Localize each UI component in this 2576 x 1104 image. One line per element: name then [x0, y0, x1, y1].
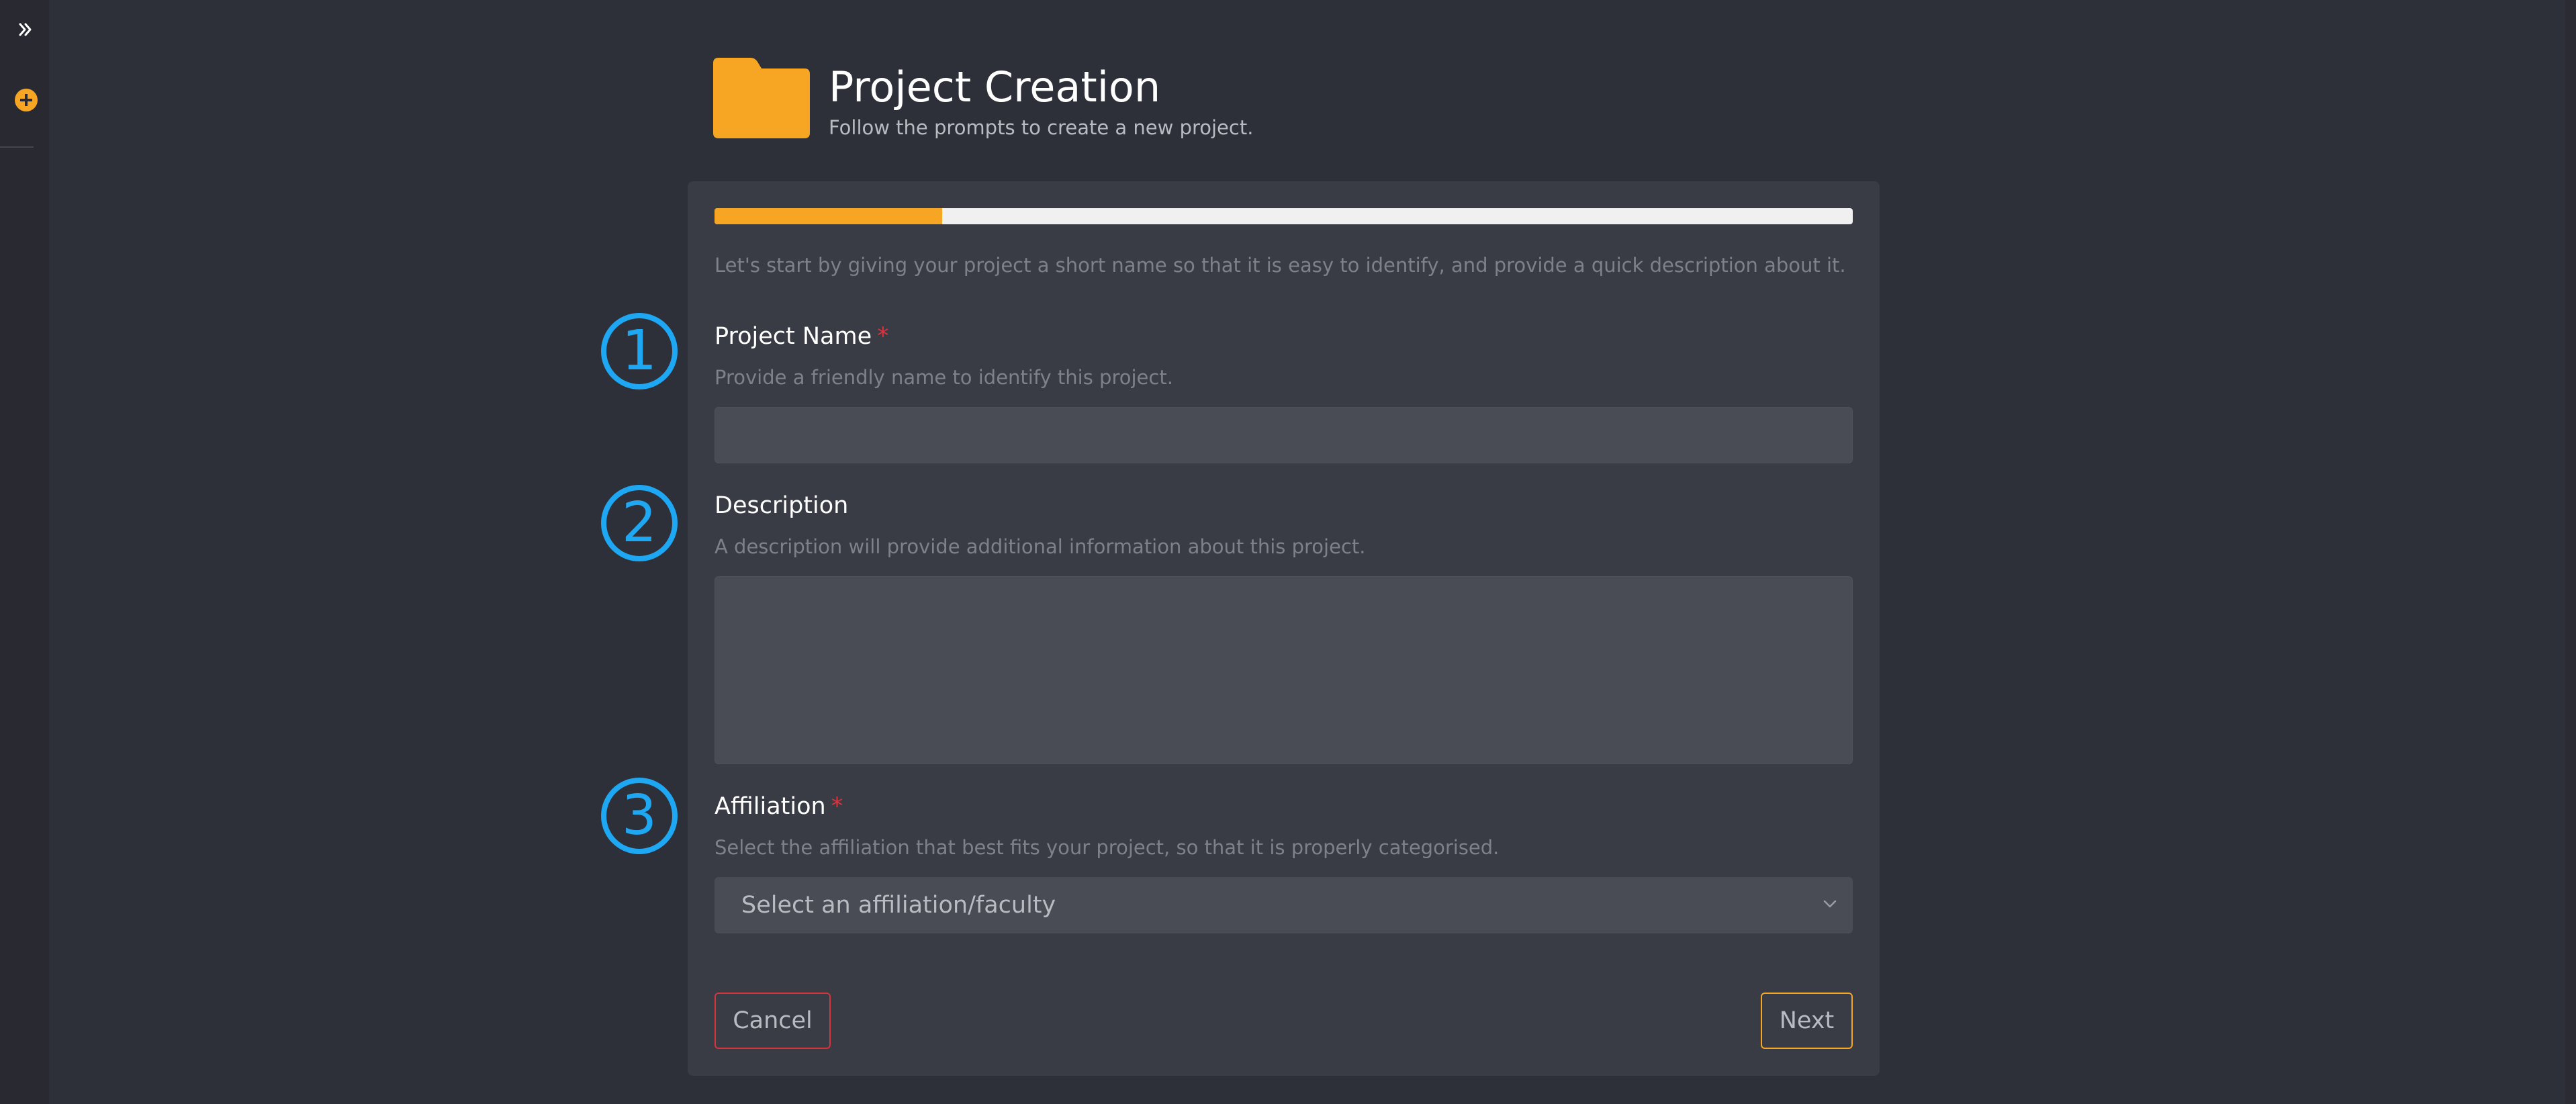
project-name-label-text: Project Name	[715, 323, 872, 350]
page-title: Project Creation	[829, 62, 1161, 111]
sidebar-expand-button[interactable]	[12, 16, 39, 43]
description-label: Description	[715, 490, 848, 521]
step-marker-2: 2	[601, 485, 678, 561]
page-scrollbar[interactable]	[2565, 0, 2576, 1104]
progress-bar	[715, 208, 1853, 224]
page-subtitle: Follow the prompts to create a new proje…	[829, 116, 1254, 139]
sidebar	[0, 0, 49, 1104]
required-indicator: *	[877, 323, 889, 350]
page-header: Project Creation Follow the prompts to c…	[713, 58, 1385, 139]
next-button[interactable]: Next	[1761, 993, 1853, 1049]
step-marker-1: 1	[601, 313, 678, 389]
affiliation-select-value: Select an affiliation/faculty	[741, 892, 1056, 919]
double-chevron-right-icon	[19, 23, 32, 36]
step-marker-3: 3	[601, 778, 678, 854]
plus-circle-icon	[20, 94, 32, 106]
description-help: A description will provide additional in…	[715, 535, 1366, 558]
chevron-down-icon	[1823, 900, 1837, 908]
project-creation-form: Let's start by giving your project a sho…	[688, 181, 1880, 1076]
new-project-button[interactable]	[15, 89, 38, 111]
folder-icon	[713, 58, 810, 138]
cancel-button[interactable]: Cancel	[715, 993, 831, 1049]
affiliation-help: Select the affiliation that best fits yo…	[715, 836, 1500, 859]
intro-text: Let's start by giving your project a sho…	[715, 254, 1846, 277]
project-name-input[interactable]	[715, 407, 1853, 463]
project-name-label: Project Name *	[715, 321, 889, 352]
progress-bar-fill	[715, 208, 942, 224]
affiliation-select[interactable]: Select an affiliation/faculty	[715, 877, 1853, 933]
required-indicator: *	[831, 793, 843, 820]
project-name-help: Provide a friendly name to identify this…	[715, 366, 1173, 389]
description-label-text: Description	[715, 492, 849, 519]
description-textarea[interactable]	[715, 576, 1853, 764]
affiliation-label: Affiliation *	[715, 791, 843, 822]
affiliation-label-text: Affiliation	[715, 793, 826, 820]
sidebar-divider	[0, 146, 34, 148]
